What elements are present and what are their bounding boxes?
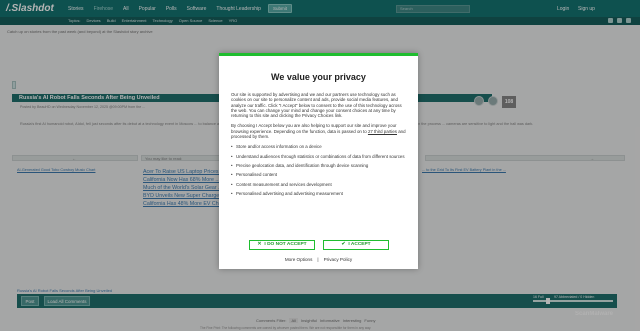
third-parties-link[interactable]: 27 third parties xyxy=(368,129,397,134)
dialog-links: More Options | Privacy Policy xyxy=(219,257,418,262)
accept-button[interactable]: ✔ I ACCEPT xyxy=(323,240,389,250)
reject-label: I DO NOT ACCEPT xyxy=(264,242,307,247)
purpose-item: Store and/or access information on a dev… xyxy=(231,144,406,150)
dialog-body: Our site is supported by advertising and… xyxy=(231,92,406,200)
purpose-list: Store and/or access information on a dev… xyxy=(231,144,406,196)
consent-paragraph: By choosing I Accept below you are also … xyxy=(231,123,406,139)
privacy-consent-dialog: We value your privacy Our site is suppor… xyxy=(219,53,418,269)
close-icon: ✕ xyxy=(257,242,262,247)
consent-intro: Our site is supported by advertising and… xyxy=(231,92,402,119)
purpose-item: Precise geolocation data, and identifica… xyxy=(231,163,406,169)
dialog-title: We value your privacy xyxy=(271,72,366,82)
link-separator: | xyxy=(317,257,319,262)
check-icon: ✔ xyxy=(341,242,346,247)
purpose-item: Understand audiences through statistics … xyxy=(231,154,406,160)
accept-label: I ACCEPT xyxy=(348,242,371,247)
reject-button[interactable]: ✕ I DO NOT ACCEPT xyxy=(249,240,315,250)
purpose-item: Content measurement and services develop… xyxy=(231,182,406,188)
purpose-item: Personalised advertising and advertising… xyxy=(231,191,406,197)
privacy-policy-link[interactable]: Privacy Policy xyxy=(324,257,353,262)
purpose-item: Personalised content xyxy=(231,172,406,178)
more-options-link[interactable]: More Options xyxy=(285,257,313,262)
